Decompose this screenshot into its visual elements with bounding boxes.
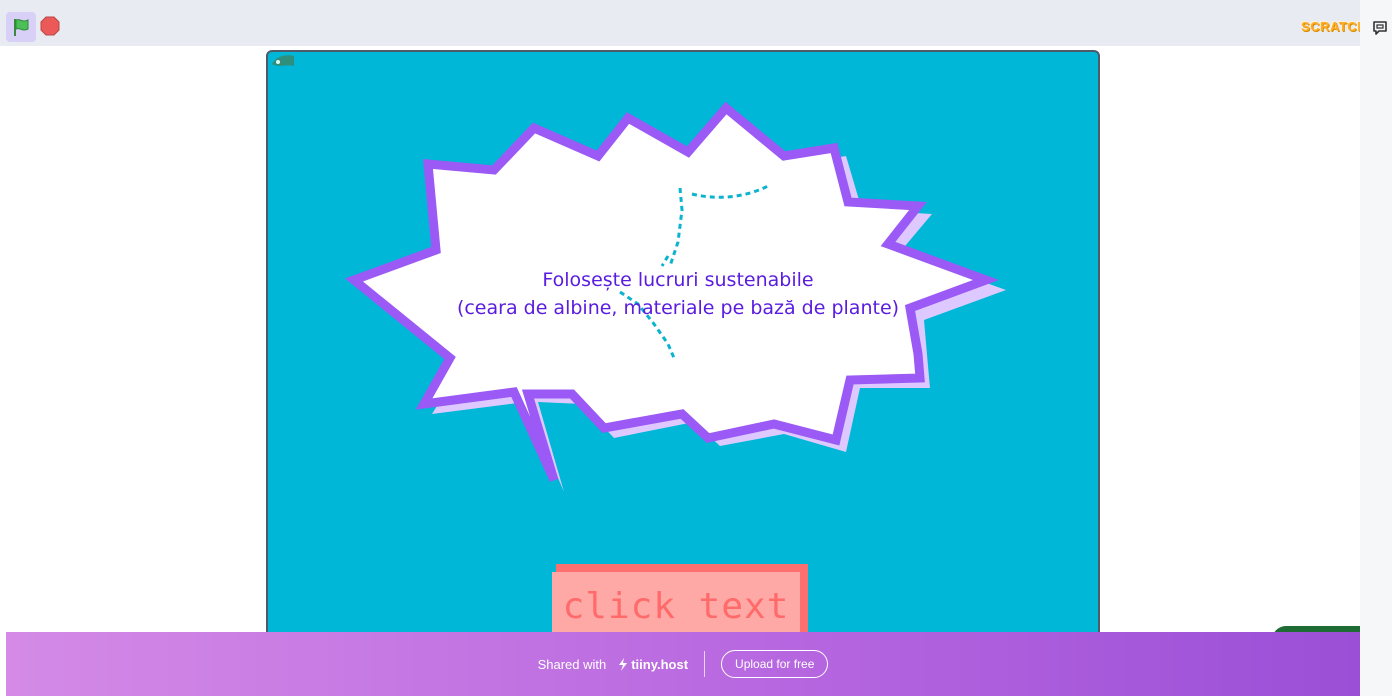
speech-bubble-graphic	[345, 101, 1006, 492]
feedback-icon	[1373, 21, 1387, 35]
click-text-button[interactable]: click text	[552, 564, 808, 640]
click-text-label: click text	[552, 572, 800, 640]
stop-icon	[40, 16, 60, 36]
green-flag-icon	[14, 19, 29, 36]
lightning-icon	[619, 657, 628, 671]
speech-bubble-text: Folosește lucruri sustenabile (ceara de …	[418, 266, 938, 322]
brand-name: tiiny.host	[631, 656, 689, 672]
stop-button[interactable]	[40, 16, 60, 36]
message-line-2: (ceara de albine, materiale pe bază de p…	[456, 297, 900, 319]
tiiny-host-banner: Shared with tiiny.host Upload for free	[6, 632, 1360, 696]
project-stage[interactable]: Folosește lucruri sustenabile (ceara de …	[266, 50, 1100, 650]
sprite-partial-icon[interactable]	[268, 52, 294, 70]
green-flag-button[interactable]	[6, 12, 36, 42]
banner-divider	[704, 651, 706, 677]
tiiny-host-brand[interactable]: tiiny.host	[618, 657, 688, 672]
player-toolbar: SCRATCH	[0, 0, 1367, 46]
message-line-1: Folosește lucruri sustenabile	[542, 269, 814, 291]
upload-for-free-button[interactable]: Upload for free	[721, 650, 829, 678]
shared-with-text: Shared with	[537, 656, 607, 672]
feedback-button[interactable]	[1372, 20, 1388, 36]
right-gutter	[1360, 0, 1392, 696]
